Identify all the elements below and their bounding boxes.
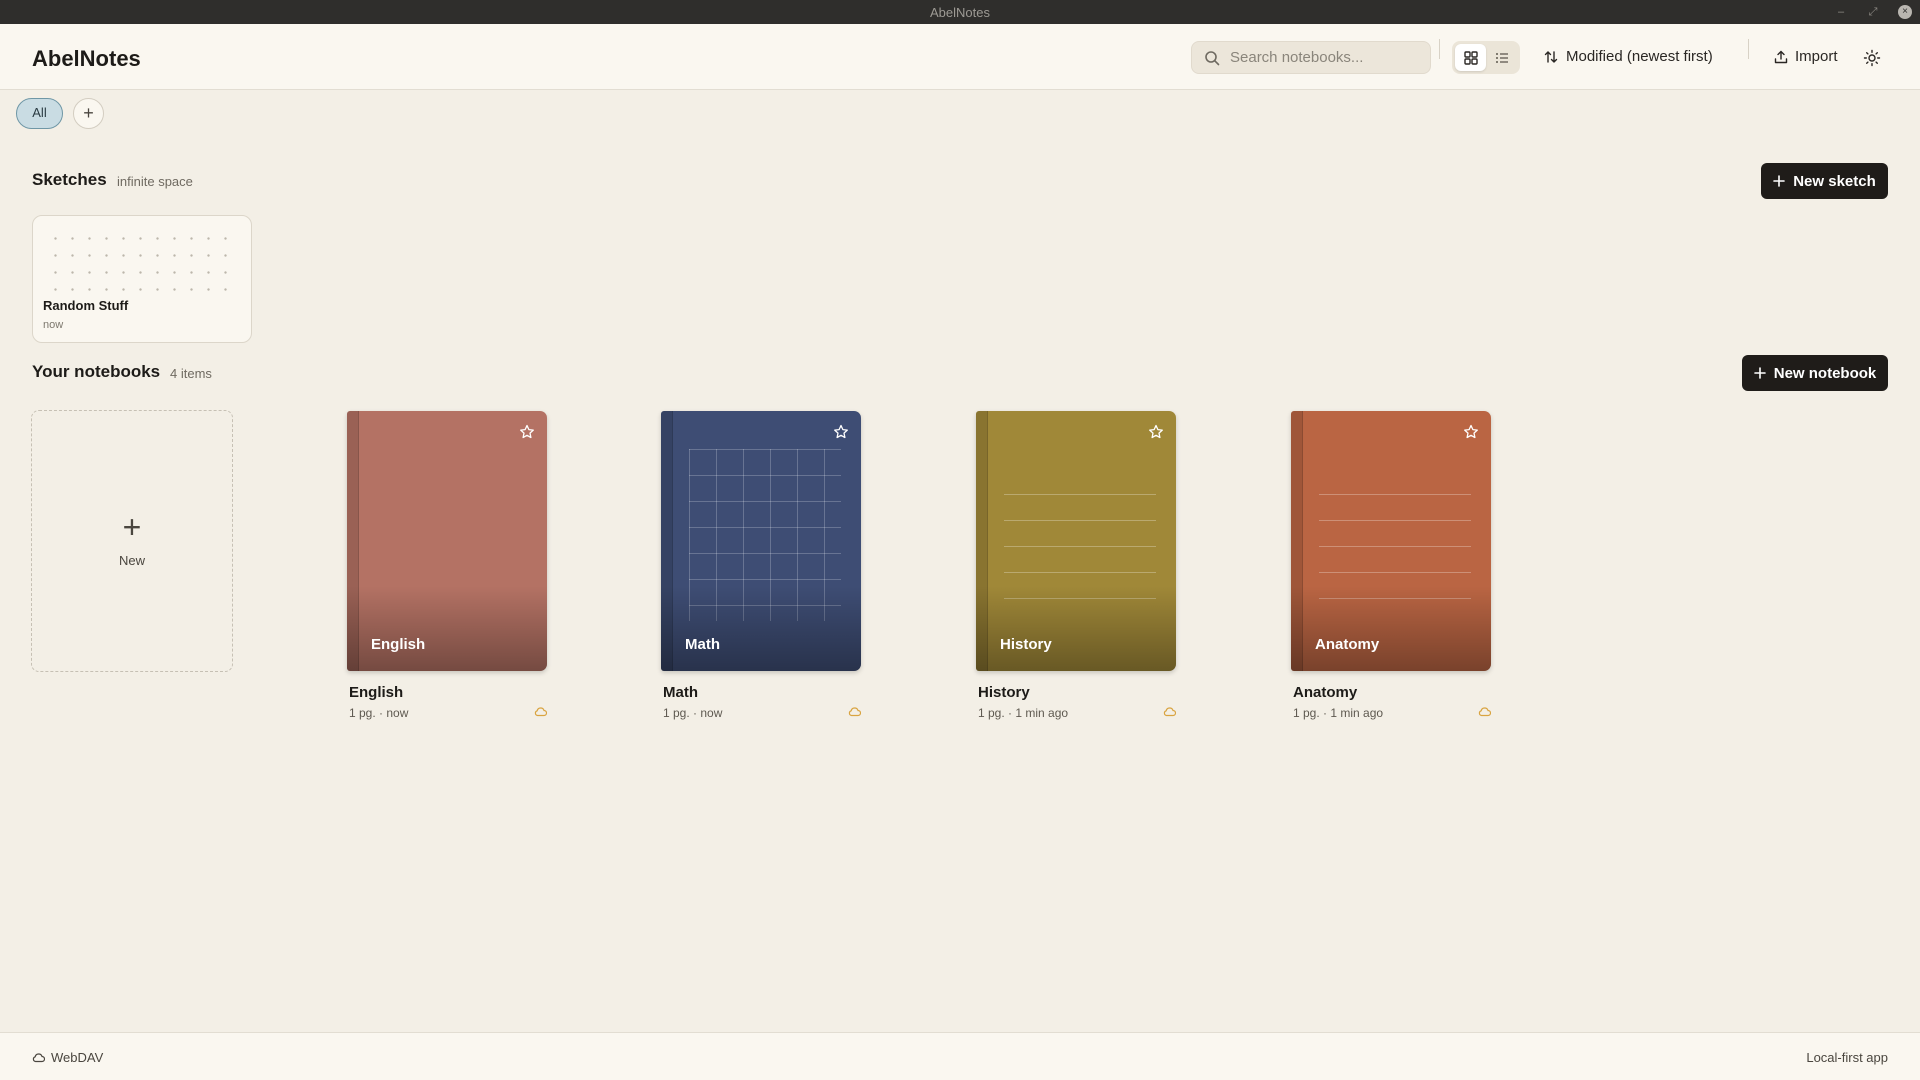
new-notebook-card-label: New [118, 553, 145, 568]
plus-icon: + [122, 509, 142, 545]
sort-label: Modified (newest first) [1566, 48, 1713, 65]
app-header: AbelNotes Search notebooks... Modified (… [0, 24, 1920, 90]
cover-label: Math [685, 636, 720, 653]
notebook-card-math[interactable]: Math Math 1 pg. · now [661, 411, 861, 720]
cover-shade [1291, 586, 1491, 671]
notebook-name: History [978, 684, 1030, 701]
import-label: Import [1795, 48, 1838, 65]
sync-status[interactable]: WebDAV [32, 1050, 103, 1065]
cover-label: History [1000, 636, 1052, 653]
notebook-name: English [349, 684, 404, 701]
list-view-button[interactable] [1486, 44, 1517, 71]
window-controls: – ⤢ × [1834, 0, 1912, 24]
search-input[interactable] [1230, 42, 1426, 73]
notebook-meta: 1 pg. · now [663, 706, 723, 720]
grid-view-button[interactable] [1455, 44, 1486, 71]
new-notebook-label: New notebook [1773, 364, 1877, 382]
notebook-cover[interactable]: History [976, 411, 1176, 671]
star-icon[interactable] [519, 424, 535, 440]
footer-tagline: Local-first app [1806, 1050, 1888, 1065]
cloud-icon [32, 1053, 45, 1063]
notebook-cover[interactable]: Anatomy [1291, 411, 1491, 671]
app-title: AbelNotes [32, 46, 141, 71]
sketch-title: Random Stuff [43, 298, 129, 313]
cloud-icon [1163, 707, 1176, 717]
cover-label: Anatomy [1315, 636, 1380, 653]
import-button[interactable]: Import [1774, 48, 1838, 65]
cover-shade [976, 586, 1176, 671]
search-icon [1205, 51, 1220, 66]
sketch-card[interactable]: Random Stuff now [32, 215, 252, 343]
notebook-card-anatomy[interactable]: Anatomy Anatomy 1 pg. · 1 min ago [1291, 411, 1491, 720]
new-notebook-button[interactable]: New notebook [1742, 355, 1888, 391]
close-icon[interactable]: × [1898, 5, 1912, 19]
sort-arrows-icon [1544, 50, 1558, 63]
star-icon[interactable] [1148, 424, 1164, 440]
search-box[interactable] [1191, 41, 1431, 74]
notebook-name: Math [663, 684, 698, 701]
cloud-icon [534, 707, 547, 717]
notebook-meta: 1 pg. · 1 min ago [1293, 706, 1384, 720]
cloud-icon [1478, 707, 1491, 717]
star-icon[interactable] [1463, 424, 1479, 440]
app-footer: WebDAV Local-first app [0, 1032, 1920, 1080]
sort-button[interactable]: Modified (newest first) [1544, 48, 1713, 65]
notebook-card-english[interactable]: English English 1 pg. · now [347, 411, 547, 720]
sketch-dot-grid [47, 230, 237, 302]
notebook-meta: 1 pg. · now [349, 706, 409, 720]
window-titlebar: AbelNotes – ⤢ × [0, 0, 1920, 24]
new-sketch-button[interactable]: New sketch [1761, 163, 1888, 199]
notebooks-title: Your notebooks [32, 362, 161, 381]
notebook-meta: 1 pg. · 1 min ago [978, 706, 1069, 720]
tag-all[interactable]: All [16, 98, 63, 129]
notebook-cover[interactable]: Math [661, 411, 861, 671]
cover-shade [347, 586, 547, 671]
sketches-subtitle: infinite space [117, 174, 193, 189]
upload-icon [1774, 50, 1788, 63]
cloud-icon [848, 707, 861, 717]
sketch-time: now [43, 319, 64, 331]
notebook-card-history[interactable]: History History 1 pg. · 1 min ago [976, 411, 1176, 720]
cover-label: English [371, 636, 426, 653]
new-sketch-label: New sketch [1793, 172, 1876, 190]
minimize-icon[interactable]: – [1834, 0, 1848, 25]
notebooks-count: 4 items [170, 366, 212, 381]
sketches-title: Sketches [32, 170, 107, 189]
header-divider [1748, 39, 1749, 59]
header-divider [1439, 39, 1440, 59]
plus-icon [1753, 367, 1766, 379]
grid-icon [1463, 50, 1478, 65]
new-notebook-card[interactable]: + New [31, 410, 233, 672]
notebook-name: Anatomy [1293, 684, 1358, 701]
window-title: AbelNotes [930, 5, 990, 20]
cover-shade [661, 586, 861, 671]
star-icon[interactable] [833, 424, 849, 440]
maximize-icon[interactable]: ⤢ [1866, 0, 1880, 25]
view-mode-toggle [1452, 41, 1520, 74]
sync-label: WebDAV [51, 1050, 104, 1065]
sun-icon[interactable] [1863, 49, 1881, 67]
notebook-cover[interactable]: English [347, 411, 547, 671]
list-icon [1495, 52, 1508, 63]
add-tag-button[interactable]: + [73, 98, 104, 129]
plus-icon [1773, 175, 1786, 187]
